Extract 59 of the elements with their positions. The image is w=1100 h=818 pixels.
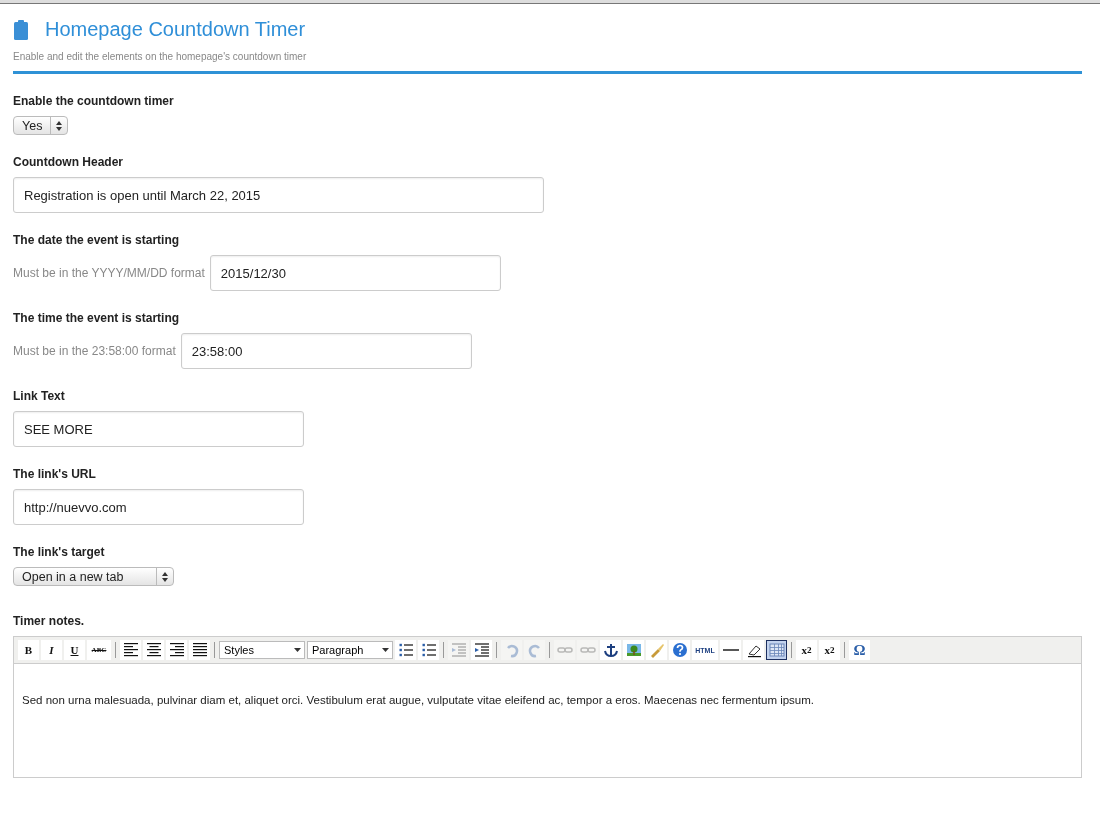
field-label: The date the event is starting xyxy=(13,233,181,247)
dropdown[interactable]: Open in a new tab xyxy=(13,567,174,586)
redo-icon xyxy=(526,642,543,658)
dropdown[interactable]: Yes xyxy=(13,116,68,135)
field-label: Enable the countdown timer xyxy=(13,94,175,108)
bullet-list-icon xyxy=(397,642,414,658)
anchor-icon-button[interactable] xyxy=(600,640,621,660)
bullet-list-icon-button[interactable] xyxy=(395,640,416,660)
brush-icon-button[interactable] xyxy=(646,640,667,660)
help-icon-button[interactable] xyxy=(669,640,690,660)
help-icon xyxy=(671,642,688,658)
text-field[interactable]: SEE MORE xyxy=(13,411,304,447)
toolbar-dropdown[interactable]: Styles xyxy=(219,641,305,659)
numbered-list-icon-button[interactable] xyxy=(418,640,439,660)
page-title: Homepage Countdown Timer xyxy=(45,18,306,41)
field-label: The link's target xyxy=(13,545,106,559)
toolbar-dropdown[interactable]: Paragraph xyxy=(307,641,393,659)
page-subtitle: Enable and edit the elements on the homepage's countdown timer xyxy=(13,51,308,62)
justify-icon xyxy=(191,642,208,658)
format-hint: Must be in the YYYY/MM/DD format xyxy=(13,266,205,280)
bold-button[interactable]: B xyxy=(18,640,39,660)
outdent-icon xyxy=(450,642,467,658)
align-left-icon xyxy=(122,642,139,658)
numbered-list-icon xyxy=(420,642,437,658)
format-hint: Must be in the 23:58:00 format xyxy=(13,344,176,358)
table-icon-button[interactable] xyxy=(766,640,787,660)
clipboard-icon xyxy=(14,19,28,40)
table-icon xyxy=(768,642,785,658)
special-character-button[interactable]: Ω xyxy=(849,640,870,660)
indent-icon-button[interactable] xyxy=(471,640,492,660)
underline-button[interactable]: U xyxy=(64,640,85,660)
eraser-icon-button[interactable] xyxy=(743,640,764,660)
horizontal-rule-icon xyxy=(722,649,739,651)
tree-picture-icon xyxy=(625,642,642,658)
tree-picture-icon-button[interactable] xyxy=(623,640,644,660)
dropdown-caret-icon xyxy=(382,648,389,652)
text-field[interactable]: 23:58:00 xyxy=(180,333,472,369)
field-label: The link's URL xyxy=(13,467,97,481)
text-field[interactable]: Registration is open until March 22, 2015 xyxy=(13,177,544,213)
align-center-icon xyxy=(145,642,162,658)
justify-icon-button[interactable] xyxy=(189,640,210,660)
align-left-icon-button[interactable] xyxy=(120,640,141,660)
field-label: Countdown Header xyxy=(13,155,124,169)
align-center-icon-button[interactable] xyxy=(143,640,164,660)
updown-arrows-icon xyxy=(56,120,62,131)
align-right-icon xyxy=(168,642,185,658)
field-label: Link Text xyxy=(13,389,66,403)
field-label: The time the event is starting xyxy=(13,311,181,325)
italic-button[interactable]: I xyxy=(41,640,62,660)
indent-icon xyxy=(473,642,490,658)
editor-text[interactable]: Sed non urna malesuada, pulvinar diam et, aliquet orci. Vestibulum erat augue, vulputate vitae eleifend ac, tempor a eros. Maecenas nec fermentum ipsum. xyxy=(22,694,1081,706)
dropdown-caret-icon xyxy=(294,648,301,652)
text-field[interactable]: http://nuevvo.com xyxy=(13,489,304,525)
anchor-icon xyxy=(602,642,619,658)
updown-arrows-icon xyxy=(162,571,168,582)
text-field[interactable]: 2015/12/30 xyxy=(209,255,501,291)
align-right-icon-button[interactable] xyxy=(166,640,187,660)
horizontal-rule-icon-button[interactable] xyxy=(720,640,741,660)
field-label: Timer notes. xyxy=(13,614,86,628)
